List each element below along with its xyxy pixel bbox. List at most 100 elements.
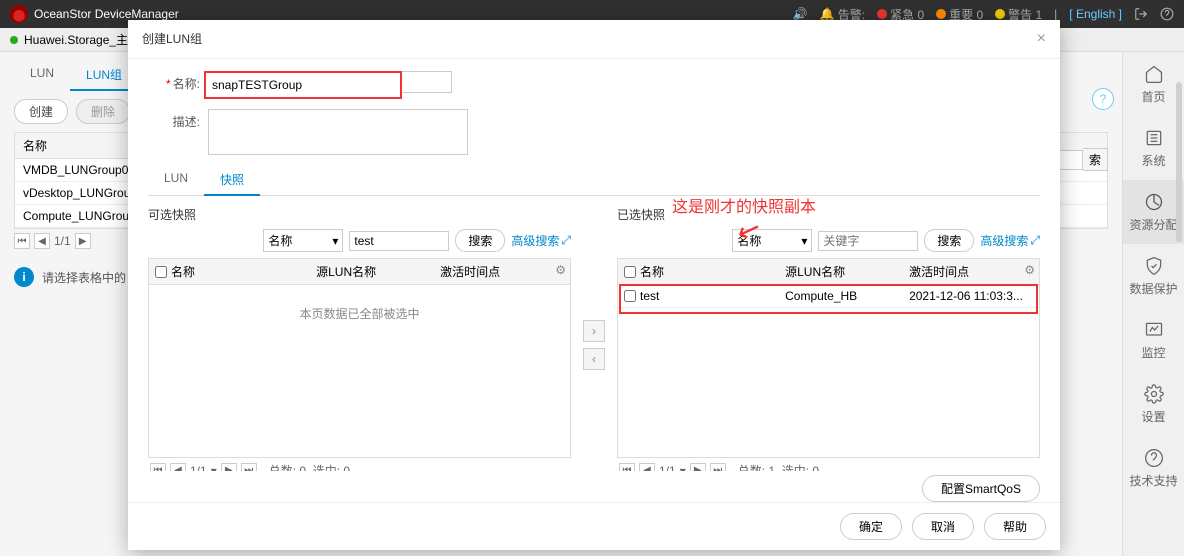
empty-message: 本页数据已全部被选中 — [149, 285, 570, 342]
page-last[interactable]: ⏭ — [241, 463, 257, 472]
col-header[interactable]: 源LUN名称 — [316, 263, 440, 280]
advanced-search-link[interactable]: 高级搜索⤢ — [980, 232, 1040, 249]
grid-stats: 总数: 0, 选中: 0 — [269, 462, 350, 471]
create-button[interactable]: 创建 — [14, 99, 68, 124]
help-icon[interactable] — [1160, 7, 1174, 21]
filter-field-select[interactable]: 名称▾ — [732, 229, 812, 252]
sidebar-scrollbar[interactable] — [1176, 82, 1182, 242]
tip-text: 请选择表格中的 — [42, 269, 126, 286]
host-name[interactable]: Huawei.Storage_主 — [24, 31, 128, 48]
name-label: 名称: — [173, 77, 200, 91]
monitor-icon — [1144, 320, 1164, 340]
page-next[interactable]: ▶ — [75, 233, 91, 249]
page-next[interactable]: ▶ — [221, 463, 237, 472]
expand-icon: ⤢ — [561, 233, 571, 248]
tab-lun[interactable]: LUN — [14, 60, 70, 91]
resource-icon — [1144, 192, 1164, 212]
nav-system[interactable]: 系统 — [1123, 116, 1184, 180]
chevron-down-icon[interactable]: ▾ — [680, 464, 686, 472]
gear-icon — [1144, 384, 1164, 404]
delete-button[interactable]: 删除 — [76, 99, 130, 124]
orange-dot-icon — [936, 9, 946, 19]
nav-label: 技术支持 — [1129, 472, 1177, 489]
filter-keyword-input[interactable] — [349, 231, 449, 251]
col-header[interactable]: 名称 — [171, 263, 195, 280]
name-highlight — [204, 71, 402, 99]
modal-tab-lun[interactable]: LUN — [148, 165, 204, 195]
search-button[interactable]: 搜索 — [455, 229, 505, 252]
nav-monitor[interactable]: 监控 — [1123, 308, 1184, 372]
select-all-checkbox[interactable] — [624, 266, 636, 278]
col-header[interactable]: 名称 — [640, 263, 664, 280]
page-first[interactable]: ⏮ — [150, 463, 166, 472]
nav-home[interactable]: 首页 — [1123, 52, 1184, 116]
app-title: OceanStor DeviceManager — [34, 7, 179, 21]
name-input-ext[interactable] — [402, 71, 452, 93]
move-left-button[interactable]: ‹ — [583, 348, 605, 370]
nav-support[interactable]: 技术支持 — [1123, 436, 1184, 500]
logout-icon[interactable] — [1134, 7, 1148, 21]
chevron-down-icon[interactable]: ▾ — [211, 464, 217, 472]
info-icon: i — [14, 267, 34, 287]
advanced-search-link[interactable]: 高级搜索⤢ — [511, 232, 571, 249]
page-prev[interactable]: ◀ — [170, 463, 186, 472]
status-dot-icon — [10, 36, 18, 44]
create-lungroup-dialog: 创建LUN组 × *名称: 描述: LUN 快照 这是刚才的快照副本 ↗ 可选快… — [128, 20, 1060, 550]
nav-label: 监控 — [1141, 344, 1165, 361]
desc-input[interactable] — [208, 109, 468, 155]
page-next[interactable]: ▶ — [690, 463, 706, 472]
desc-label: 描述: — [148, 109, 200, 130]
help-button[interactable]: 帮助 — [984, 513, 1046, 540]
search-button[interactable]: 搜索 — [924, 229, 974, 252]
red-dot-icon — [877, 9, 887, 19]
available-pane: 可选快照 名称▾ 搜索 高级搜索⤢ 名称 源LUN名称 激活时间点 ⚙ 本页数据… — [148, 206, 571, 471]
ok-button[interactable]: 确定 — [840, 513, 902, 540]
pane-title: 可选快照 — [148, 206, 571, 223]
nav-label: 数据保护 — [1129, 280, 1177, 297]
cell-src: Compute_HB — [785, 289, 909, 303]
page-indicator: 1/1 — [190, 464, 207, 472]
dialog-title: 创建LUN组 — [142, 30, 202, 48]
shield-icon — [1144, 256, 1164, 276]
grid-row[interactable]: test Compute_HB 2021-12-06 11:03:3... — [618, 285, 1039, 308]
dialog-close[interactable]: × — [1037, 30, 1046, 48]
nav-label: 系统 — [1141, 152, 1165, 169]
row-checkbox[interactable] — [624, 290, 636, 302]
configure-qos-button[interactable]: 配置SmartQoS — [922, 475, 1040, 502]
page-first[interactable]: ⏮ — [14, 233, 30, 249]
language-switch[interactable]: [ English ] — [1069, 7, 1122, 21]
chevron-down-icon: ▾ — [801, 234, 807, 248]
col-header[interactable]: 激活时间点 — [440, 263, 564, 280]
cell-act: 2021-12-06 11:03:3... — [909, 289, 1033, 303]
page-first[interactable]: ⏮ — [619, 463, 635, 472]
pane-title: 已选快照 — [617, 206, 1040, 223]
transfer-buttons: › ‹ — [583, 206, 605, 471]
modal-tab-snapshot[interactable]: 快照 — [204, 165, 260, 196]
move-right-button[interactable]: › — [583, 320, 605, 342]
grid-stats: 总数: 1, 选中: 0 — [738, 462, 819, 471]
page-help-button[interactable]: ? — [1092, 88, 1114, 110]
col-header[interactable]: 源LUN名称 — [785, 263, 909, 280]
selected-grid: 名称 源LUN名称 激活时间点 ⚙ test Compute_HB 2021-1… — [617, 258, 1040, 458]
nav-resource[interactable]: 资源分配 — [1123, 180, 1184, 244]
nav-settings[interactable]: 设置 — [1123, 372, 1184, 436]
page-prev[interactable]: ◀ — [639, 463, 655, 472]
home-icon — [1144, 64, 1164, 84]
speaker-icon: 🔊 — [793, 7, 808, 21]
expand-icon: ⤢ — [1030, 233, 1040, 248]
name-input[interactable] — [208, 75, 398, 95]
nav-protection[interactable]: 数据保护 — [1123, 244, 1184, 308]
cancel-button[interactable]: 取消 — [912, 513, 974, 540]
cell-name: test — [640, 289, 659, 303]
col-header[interactable]: 激活时间点 — [909, 263, 1033, 280]
nav-label: 设置 — [1141, 408, 1165, 425]
filter-keyword-input[interactable] — [818, 231, 918, 251]
select-all-checkbox[interactable] — [155, 266, 167, 278]
page-prev[interactable]: ◀ — [34, 233, 50, 249]
grid-settings-icon[interactable]: ⚙ — [1024, 263, 1035, 277]
bg-search-button[interactable]: 索 — [1083, 148, 1108, 171]
page-last[interactable]: ⏭ — [710, 463, 726, 472]
filter-field-select[interactable]: 名称▾ — [263, 229, 343, 252]
nav-label: 首页 — [1141, 88, 1165, 105]
grid-settings-icon[interactable]: ⚙ — [555, 263, 566, 277]
